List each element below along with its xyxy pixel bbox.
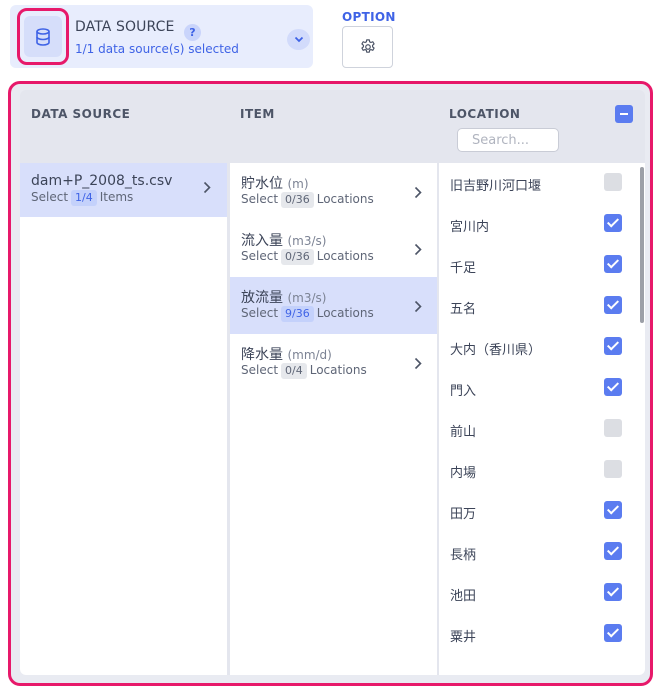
item-list: 貯水位 (m) Select 0/36 Locations 流入量 (m3/s) S…: [230, 163, 437, 675]
location-checkbox[interactable]: [604, 583, 622, 601]
data-source-icon-button[interactable]: [17, 8, 69, 65]
chevron-right-icon: [414, 184, 422, 203]
select-all-locations-checkbox[interactable]: [615, 105, 633, 123]
location-name: 長柄: [450, 548, 477, 563]
data-source-icon-tile: [24, 16, 62, 57]
location-row[interactable]: 長柄: [439, 532, 645, 573]
location-row[interactable]: 大内（香川県）: [439, 327, 645, 368]
item-row-water-level[interactable]: 貯水位 (m) Select 0/36 Locations: [230, 163, 437, 220]
chevron-right-icon: [414, 241, 422, 260]
location-row[interactable]: 粟井: [439, 614, 645, 655]
item-unit: (mm/d): [287, 348, 332, 362]
location-row[interactable]: 池田: [439, 573, 645, 614]
database-icon: [36, 27, 50, 46]
data-source-card[interactable]: DATA SOURCE ? 1/1 data source(s) selecte…: [10, 5, 313, 68]
location-row[interactable]: 五名: [439, 286, 645, 327]
selected-count-badge: 1/4: [71, 190, 97, 206]
gear-icon: [360, 39, 375, 53]
location-column-header: LOCATION: [449, 107, 521, 121]
location-name: 田万: [450, 507, 477, 522]
location-name: 粟井: [450, 630, 477, 645]
location-checkbox[interactable]: [604, 419, 622, 437]
location-checkbox[interactable]: [604, 173, 622, 191]
location-checkbox[interactable]: [604, 255, 622, 273]
selected-count-badge: 0/36: [281, 192, 314, 208]
chevron-right-icon: [203, 179, 211, 198]
location-row[interactable]: 田万: [439, 491, 645, 532]
location-name: 宮川内: [450, 220, 490, 235]
location-name: 前山: [450, 425, 477, 440]
chevron-down-icon: [294, 36, 303, 43]
item-row-inflow[interactable]: 流入量 (m3/s) Select 0/36 Locations: [230, 220, 437, 277]
data-source-name: dam+P_2008_ts.csv: [31, 173, 173, 189]
location-checkbox[interactable]: [604, 542, 622, 560]
location-checkbox[interactable]: [604, 501, 622, 519]
location-name: 大内（香川県）: [450, 343, 542, 358]
option-settings-button[interactable]: [342, 26, 393, 68]
selection-panel: DATA SOURCE ITEM LOCATION dam+P_2008_ts.…: [20, 90, 645, 675]
location-checkbox[interactable]: [604, 460, 622, 478]
data-source-select-info: Select 1/4 Items: [31, 190, 134, 206]
selected-count-badge: 9/36: [281, 306, 314, 322]
location-list: 旧吉野川河口堰 宮川内千足五名大内（香川県） 門入前山内場田万長柄池田粟井: [439, 163, 645, 675]
location-name: 池田: [450, 589, 477, 604]
item-name: 流入量: [241, 233, 283, 249]
item-name: 放流量: [241, 290, 283, 306]
location-name: 内場: [450, 466, 477, 481]
selection-panel-frame: DATA SOURCE ITEM LOCATION dam+P_2008_ts.…: [8, 81, 653, 686]
location-row[interactable]: 前山: [439, 409, 645, 450]
selected-count-badge: 0/36: [281, 249, 314, 265]
item-select-info: Select 0/36 Locations: [241, 249, 374, 265]
location-row[interactable]: 内場: [439, 450, 645, 491]
minus-icon: [620, 113, 628, 115]
item-column-header: ITEM: [240, 107, 275, 121]
location-row[interactable]: 門入: [439, 368, 645, 409]
location-row[interactable]: 千足: [439, 245, 645, 286]
location-name: 五名: [450, 302, 477, 317]
help-icon[interactable]: ?: [184, 24, 201, 41]
location-checkbox[interactable]: [604, 337, 622, 355]
item-unit: (m3/s): [287, 291, 327, 305]
data-source-row[interactable]: dam+P_2008_ts.csv Select 1/4 Items: [20, 163, 227, 217]
expand-button[interactable]: [287, 29, 310, 50]
data-source-summary: 1/1 data source(s) selected: [75, 42, 239, 56]
location-name: 門入: [450, 384, 477, 399]
selected-count-badge: 0/4: [281, 363, 307, 379]
location-scrollbar[interactable]: [640, 167, 644, 323]
location-checkbox[interactable]: [604, 296, 622, 314]
item-row-precipitation[interactable]: 降水量 (mm/d) Select 0/4 Locations: [230, 334, 437, 391]
location-checkbox[interactable]: [604, 214, 622, 232]
item-row-outflow[interactable]: 放流量 (m3/s) Select 9/36 Locations: [230, 277, 437, 334]
item-unit: (m): [287, 177, 309, 191]
location-row[interactable]: 旧吉野川河口堰: [439, 163, 645, 204]
location-row[interactable]: 宮川内: [439, 204, 645, 245]
item-select-info: Select 0/36 Locations: [241, 192, 374, 208]
data-source-title: DATA SOURCE: [75, 19, 175, 35]
item-name: 貯水位: [241, 176, 283, 192]
location-name: 旧吉野川河口堰: [450, 179, 542, 194]
item-select-info: Select 0/4 Locations: [241, 363, 367, 379]
location-search-input[interactable]: [457, 128, 559, 152]
item-unit: (m3/s): [287, 234, 327, 248]
data-source-column-header: DATA SOURCE: [31, 107, 131, 121]
data-source-list: dam+P_2008_ts.csv Select 1/4 Items: [20, 163, 227, 675]
location-checkbox[interactable]: [604, 378, 622, 396]
chevron-right-icon: [414, 298, 422, 317]
option-label: OPTION: [342, 10, 396, 24]
chevron-right-icon: [414, 355, 422, 374]
location-name: 千足: [450, 261, 477, 276]
item-select-info: Select 9/36 Locations: [241, 306, 374, 322]
location-checkbox[interactable]: [604, 624, 622, 642]
item-name: 降水量: [241, 347, 283, 363]
